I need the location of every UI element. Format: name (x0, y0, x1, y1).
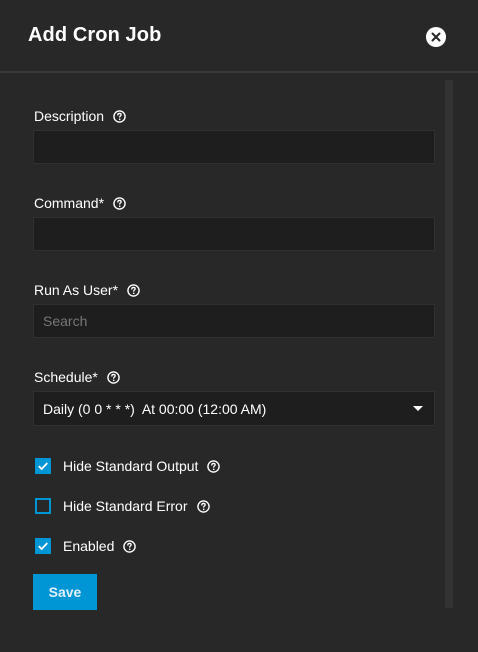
hide-standard-output-checkbox[interactable] (35, 458, 51, 474)
enabled-checkbox[interactable] (35, 538, 51, 554)
check-icon (38, 462, 48, 471)
required-mark: * (112, 282, 119, 298)
command-label: Command * (34, 195, 126, 211)
enabled-label: Enabled (63, 538, 115, 554)
scrollbar-thumb[interactable] (445, 80, 453, 608)
command-input[interactable] (33, 217, 435, 251)
close-icon (431, 32, 441, 42)
description-label: Description (34, 108, 126, 124)
scrollbar[interactable] (445, 80, 453, 608)
run-as-user-label: Run As User * (34, 282, 140, 298)
hide-standard-output-option[interactable]: Hide Standard Output (35, 458, 221, 474)
check-icon (38, 542, 48, 551)
hide-standard-error-option[interactable]: Hide Standard Error (35, 498, 210, 514)
save-button[interactable]: Save (33, 574, 97, 610)
help-icon[interactable] (113, 196, 126, 210)
help-icon[interactable] (196, 499, 210, 513)
hide-standard-error-label: Hide Standard Error (63, 498, 188, 514)
help-icon[interactable] (107, 370, 120, 384)
run-as-user-label-text: Run As User (34, 282, 113, 298)
help-icon[interactable] (123, 539, 137, 553)
help-icon[interactable] (113, 109, 126, 123)
dialog-title: Add Cron Job (28, 24, 162, 46)
dialog-header: Add Cron Job (0, 0, 478, 73)
caret-down-icon (413, 406, 423, 411)
schedule-selected-value: Daily (0 0 * * *) At 00:00 (12:00 AM) (43, 401, 267, 417)
hide-standard-output-label: Hide Standard Output (63, 458, 199, 474)
description-input[interactable] (33, 130, 435, 164)
schedule-label-text: Schedule (34, 369, 93, 385)
hide-standard-error-checkbox[interactable] (35, 498, 51, 514)
schedule-select[interactable]: Daily (0 0 * * *) At 00:00 (12:00 AM) (33, 391, 435, 426)
help-icon[interactable] (207, 459, 221, 473)
required-mark: * (98, 195, 105, 211)
command-label-text: Command (34, 195, 99, 211)
enabled-option[interactable]: Enabled (35, 538, 137, 554)
close-button[interactable] (426, 27, 446, 47)
run-as-user-search-input[interactable] (33, 304, 435, 338)
description-label-text: Description (34, 108, 105, 124)
help-icon[interactable] (127, 283, 140, 297)
required-mark: * (92, 369, 98, 385)
schedule-label: Schedule * (34, 369, 120, 385)
